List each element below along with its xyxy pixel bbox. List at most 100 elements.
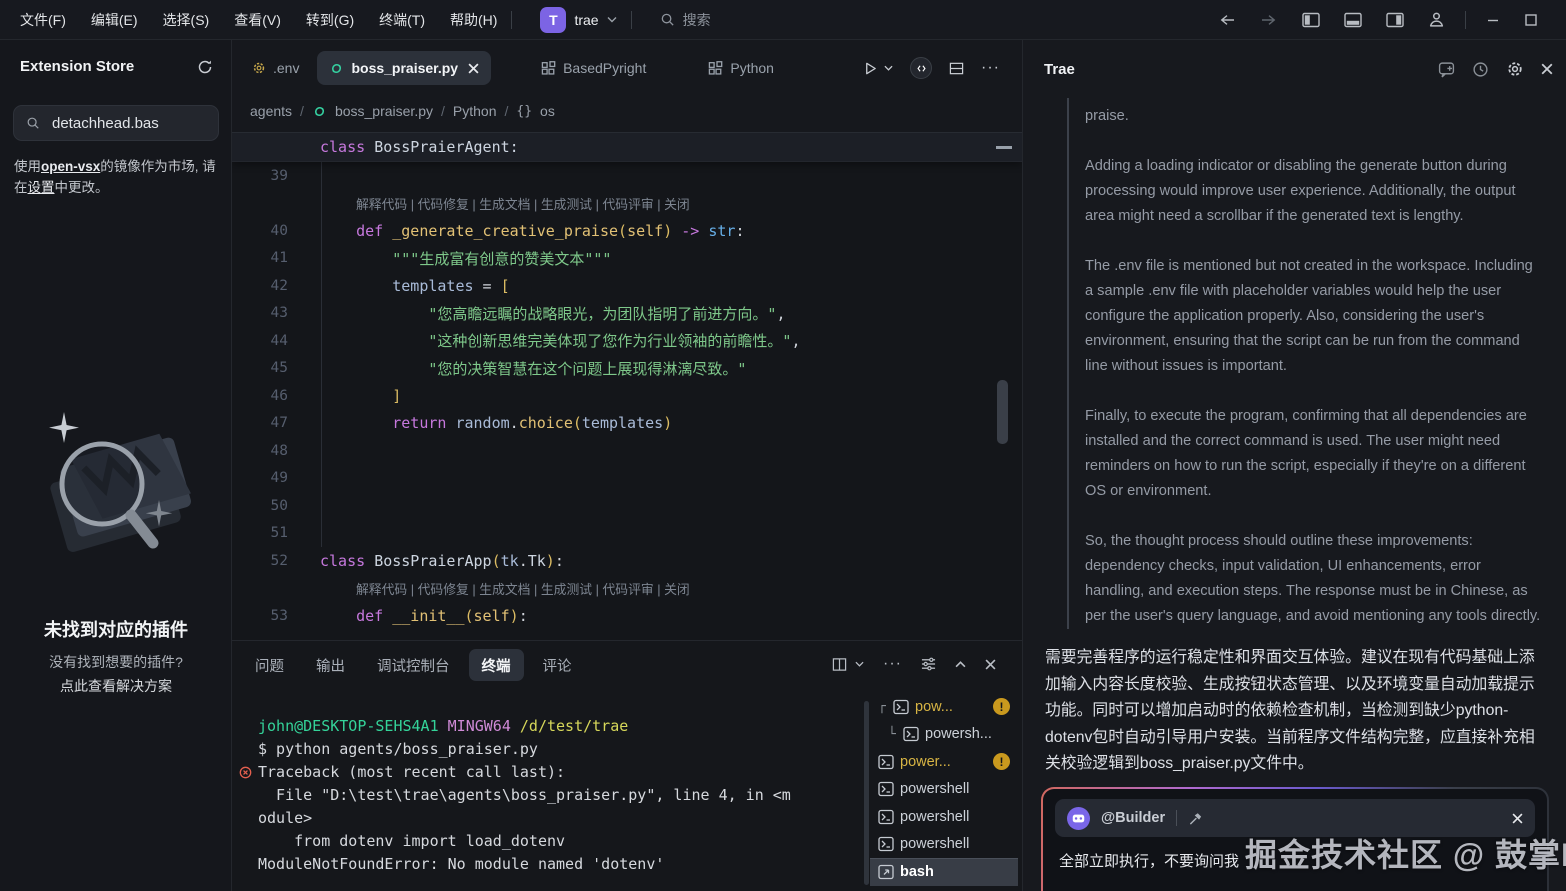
menu-文件(F)[interactable]: 文件(F): [20, 10, 66, 30]
global-search[interactable]: 搜索: [660, 10, 711, 30]
sticky-scroll-header[interactable]: class BossPraierAgent:: [232, 132, 1022, 162]
ai-quick-icon[interactable]: [910, 57, 932, 79]
close-panel-icon[interactable]: [985, 659, 996, 670]
code-line[interactable]: 45 "您的决策智慧在这个问题上展现得淋漓尽致。": [232, 355, 1022, 383]
not-found-subtitle: 没有找到想要的插件?: [0, 652, 232, 672]
close-icon[interactable]: [468, 63, 479, 74]
editor-tab-Python[interactable]: Python: [696, 51, 786, 85]
menu-选择(S)[interactable]: 选择(S): [163, 10, 210, 30]
terminal-list-item-powershell[interactable]: powershell: [870, 803, 1018, 831]
panel-tab-终端[interactable]: 终端: [469, 649, 524, 681]
panel-tab-调试控制台[interactable]: 调试控制台: [364, 649, 463, 681]
chevron-down-icon[interactable]: [855, 661, 864, 667]
code-line[interactable]: 47 return random.choice(templates): [232, 410, 1022, 438]
run-dropdown-icon[interactable]: [884, 65, 893, 71]
minimize-icon[interactable]: [1486, 13, 1500, 27]
toggle-panel-icon[interactable]: [1344, 12, 1362, 28]
menu-编辑(E)[interactable]: 编辑(E): [91, 10, 138, 30]
split-editor-icon[interactable]: [949, 61, 964, 76]
terminal-list-item-powershell[interactable]: powershell: [870, 831, 1018, 859]
terminal-label: powershell: [900, 836, 969, 852]
back-icon[interactable]: [1218, 13, 1236, 27]
run-icon[interactable]: [863, 61, 878, 76]
code-line[interactable]: 42 templates = [: [232, 272, 1022, 300]
line-number: 40: [232, 223, 288, 239]
agent-name[interactable]: @Builder: [1101, 810, 1165, 826]
breadcrumb-item-os[interactable]: os: [540, 103, 555, 119]
powershell-icon: [878, 809, 894, 825]
terminal-list-item-bash[interactable]: bash: [870, 858, 1018, 886]
close-panel-icon[interactable]: [1541, 63, 1553, 75]
menu-帮助(H)[interactable]: 帮助(H): [450, 10, 497, 30]
code-line[interactable]: 49: [232, 465, 1022, 493]
bash-icon: [878, 864, 894, 880]
code-line[interactable]: 51: [232, 520, 1022, 548]
panel-tab-问题[interactable]: 问题: [242, 649, 297, 681]
terminal-scrollbar[interactable]: [864, 701, 869, 885]
code-line[interactable]: 46 ]: [232, 382, 1022, 410]
hammer-icon[interactable]: [1188, 811, 1203, 826]
code-line[interactable]: 50: [232, 492, 1022, 520]
gear-icon[interactable]: [1506, 60, 1524, 78]
editor-tab-BasedPyright[interactable]: BasedPyright: [529, 51, 658, 85]
code-line[interactable]: 52class BossPraierApp(tk.Tk):: [232, 547, 1022, 575]
toggle-left-sidebar-icon[interactable]: [1302, 12, 1320, 28]
breadcrumb[interactable]: agents/boss_praiser.py/Python/{}os: [232, 92, 1022, 130]
panel-tab-评论[interactable]: 评论: [530, 649, 585, 681]
refresh-icon[interactable]: [197, 59, 213, 75]
titlebar-divider: [1465, 11, 1466, 29]
extension-search-input[interactable]: [50, 114, 200, 133]
terminal-list-item-powersh...[interactable]: └powersh...: [870, 721, 1018, 749]
open-vsx-link[interactable]: open-vsx: [41, 159, 100, 174]
tab-label: .env: [273, 60, 299, 76]
breadcrumb-item-boss_praiser.py[interactable]: boss_praiser.py: [335, 103, 433, 119]
tab-label: BasedPyright: [563, 60, 646, 76]
account-icon[interactable]: [1428, 11, 1445, 28]
new-chat-icon[interactable]: [1438, 61, 1455, 78]
codelens-actions[interactable]: 解释代码 | 代码修复 | 生成文档 | 生成测试 | 代码评审 | 关闭: [356, 579, 690, 598]
menu-查看(V)[interactable]: 查看(V): [234, 10, 281, 30]
extension-store-sidebar: Extension Store 使用open-vsx的镜像作为市场, 请在设置中…: [0, 40, 232, 891]
code-line[interactable]: 40 def _generate_creative_praise(self) -…: [232, 217, 1022, 245]
code-line[interactable]: 43 "您高瞻远瞩的战略眼光，为团队指明了前进方向。",: [232, 300, 1022, 328]
code-editor[interactable]: class BossPraierAgent: 39 解释代码 | 代码修复 | 生…: [232, 132, 1022, 640]
solution-link[interactable]: 点此查看解决方案: [0, 676, 232, 696]
maximize-panel-icon[interactable]: [955, 661, 966, 668]
code-line[interactable]: 53 def __init__(self):: [232, 602, 1022, 630]
code-line[interactable]: 44 "这种创新思维完美体现了您作为行业领袖的前瞻性。",: [232, 327, 1022, 355]
python-icon: [312, 104, 327, 119]
tab-label: boss_praiser.py: [351, 60, 458, 76]
terminal-list-item-powershell[interactable]: powershell: [870, 776, 1018, 804]
more-actions-icon[interactable]: ···: [981, 59, 1000, 77]
code-line[interactable]: 41 """生成富有创意的赞美文本""": [232, 245, 1022, 273]
toggle-right-sidebar-icon[interactable]: [1386, 12, 1404, 28]
ai-conversation[interactable]: Another point is the lack of visual feed…: [1023, 98, 1566, 788]
settings-link[interactable]: 设置: [28, 180, 55, 195]
breadcrumb-item-agents[interactable]: agents: [250, 103, 292, 119]
terminal-list: ┌pow...!└powersh...power...!powershellpo…: [870, 693, 1018, 891]
editor-tab-.env[interactable]: .env: [240, 51, 311, 85]
editor-tab-boss_praiser.py[interactable]: boss_praiser.py: [317, 51, 491, 85]
split-terminal-icon[interactable]: [832, 657, 847, 672]
close-icon[interactable]: [1512, 813, 1523, 824]
terminal-list-item-power...[interactable]: power...!: [870, 748, 1018, 776]
breadcrumb-item-Python[interactable]: Python: [453, 103, 497, 119]
workspace-switcher[interactable]: T trae: [540, 7, 616, 33]
code-line[interactable]: 39: [232, 162, 1022, 190]
maximize-icon[interactable]: [1524, 13, 1538, 27]
menu-转到(G)[interactable]: 转到(G): [306, 10, 354, 30]
powershell-icon: [893, 699, 909, 715]
panel-tab-输出[interactable]: 输出: [303, 649, 358, 681]
extension-search-box[interactable]: [13, 105, 219, 141]
more-actions-icon[interactable]: ···: [883, 655, 902, 673]
codelens-actions[interactable]: 解释代码 | 代码修复 | 生成文档 | 生成测试 | 代码评审 | 关闭: [356, 194, 690, 213]
line-number: 53: [232, 608, 288, 624]
menu-终端(T)[interactable]: 终端(T): [379, 10, 425, 30]
forward-icon[interactable]: [1260, 13, 1278, 27]
history-icon[interactable]: [1472, 61, 1489, 78]
filter-icon[interactable]: [921, 657, 936, 671]
terminal-output[interactable]: john@DESKTOP-SEHS4A1 MINGW64 /d/test/tra…: [232, 693, 862, 891]
terminal-list-item-pow...[interactable]: ┌pow...!: [870, 693, 1018, 721]
editor-vertical-scrollbar[interactable]: [997, 380, 1008, 444]
code-line[interactable]: 48: [232, 437, 1022, 465]
